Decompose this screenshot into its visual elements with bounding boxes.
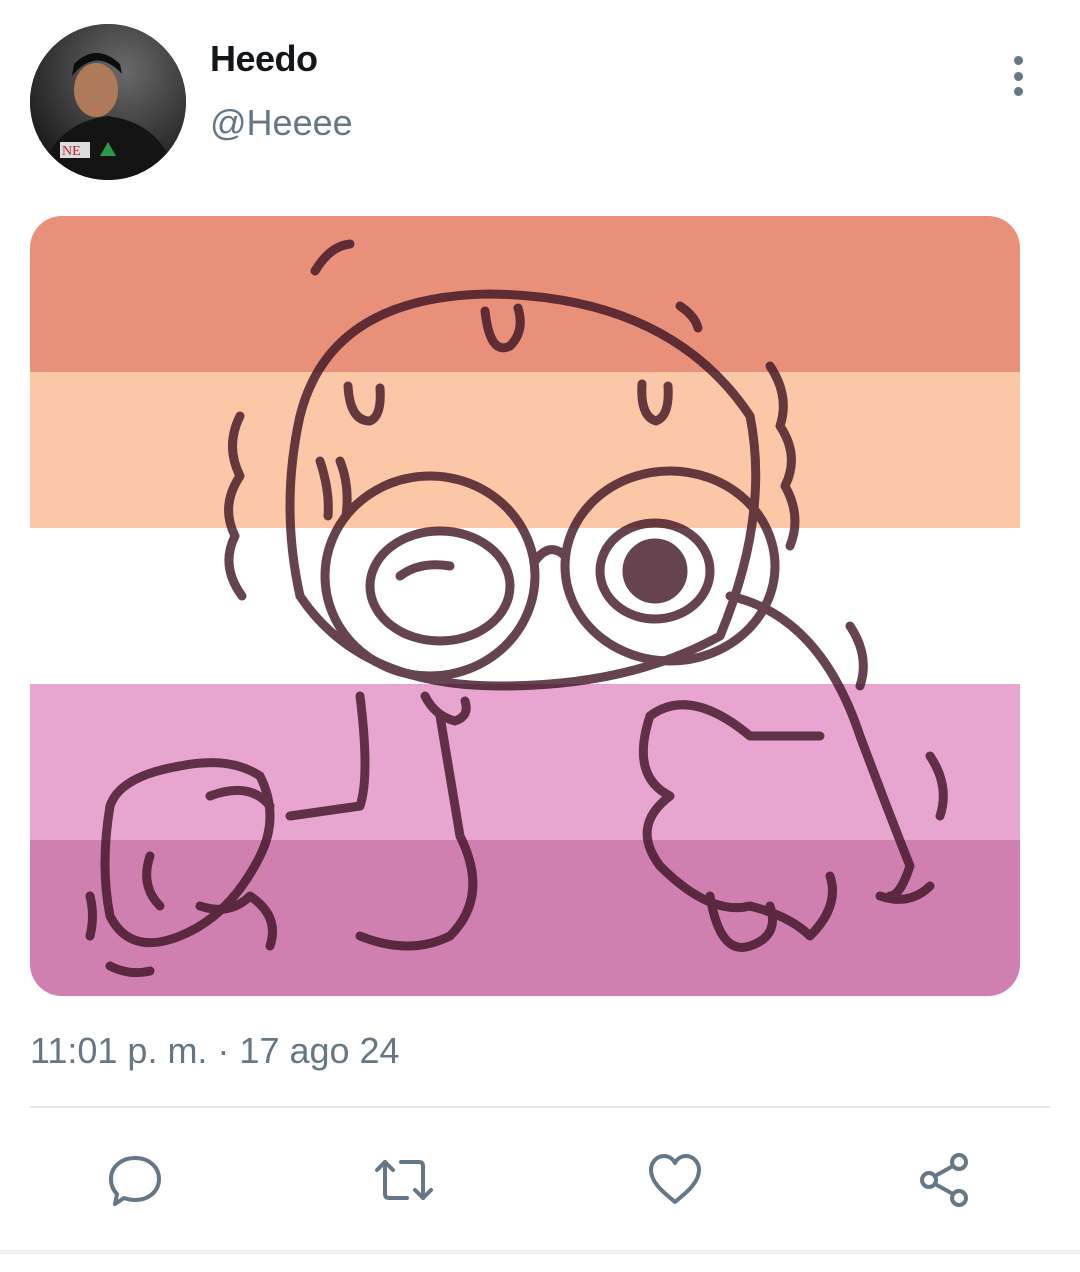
reply-button[interactable] <box>95 1140 175 1220</box>
tweet-timestamp: 11:01 p. m. · 17 ago 24 <box>30 1030 400 1071</box>
more-dot-icon <box>1013 56 1023 65</box>
bottom-divider <box>0 1250 1080 1254</box>
author-handle[interactable]: @Heeee <box>210 102 353 144</box>
avatar-image: NE <box>30 24 186 180</box>
more-dot-icon <box>1013 71 1023 81</box>
svg-text:NE: NE <box>62 144 81 159</box>
flag-stripe <box>30 372 1020 529</box>
author-display-name[interactable]: Heedo <box>210 38 318 80</box>
media-image-drawing <box>30 216 1020 996</box>
like-button[interactable] <box>635 1140 715 1220</box>
retweet-arrows-icon <box>375 1160 433 1200</box>
divider <box>30 1106 1050 1108</box>
speech-bubble-icon <box>109 1156 161 1206</box>
tweet-media-image[interactable] <box>30 216 1020 996</box>
flag-stripe <box>30 840 1020 996</box>
more-dot-icon <box>1013 87 1023 96</box>
share-nodes-icon <box>920 1153 968 1207</box>
more-options-button[interactable] <box>996 52 1040 100</box>
heart-outline-icon <box>649 1154 701 1204</box>
share-button[interactable] <box>905 1140 985 1220</box>
flag-stripes <box>30 216 1020 996</box>
tweet-actions-bar <box>0 1140 1080 1220</box>
retweet-button[interactable] <box>364 1140 444 1220</box>
avatar[interactable]: NE <box>30 24 186 180</box>
flag-stripe <box>30 528 1020 685</box>
